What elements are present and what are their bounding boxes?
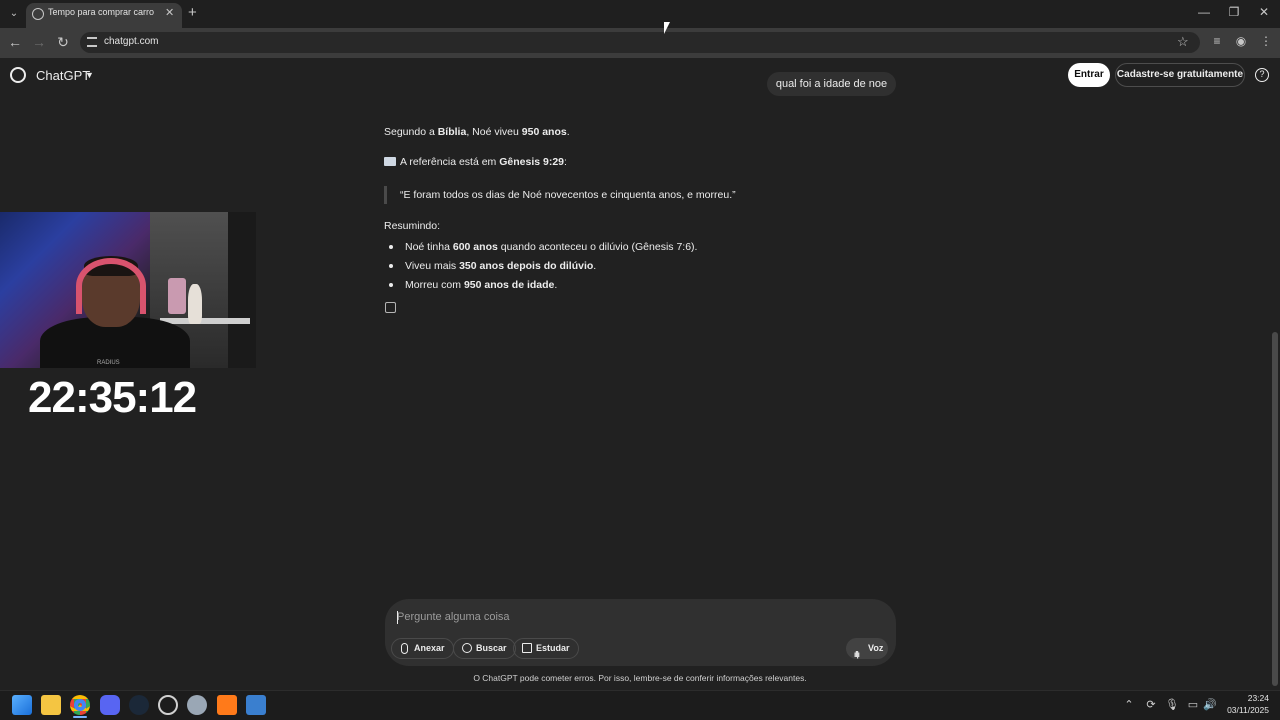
answer-line-2: A referência está em Gênesis 9:29: (384, 156, 567, 168)
back-button[interactable]: ← (6, 34, 24, 50)
reload-button[interactable]: ↻ (54, 34, 72, 51)
active-app-indicator (73, 716, 87, 718)
voice-waveform-icon: ıl|ı (854, 650, 860, 659)
globe-icon (462, 643, 472, 653)
answer-text: Segundo a (384, 126, 438, 138)
bookmark-star-icon[interactable]: ☆ (1177, 34, 1189, 50)
signup-button[interactable]: Cadastre-se gratuitamente (1115, 63, 1245, 87)
obs-icon[interactable] (158, 695, 178, 715)
chevron-down-icon[interactable]: ▼ (85, 70, 94, 80)
openai-logo-icon[interactable] (10, 67, 26, 83)
answer-text: . (554, 279, 558, 291)
tab-search-chevron-icon[interactable]: ⌄ (6, 6, 22, 22)
scrollbar-thumb[interactable] (1272, 332, 1278, 686)
list-item: Morreu com 950 anos de idade. (405, 279, 557, 291)
summary-label: Resumindo: (384, 220, 441, 232)
media-controls-icon[interactable]: ≡ (1209, 34, 1225, 48)
bullet-dot (389, 283, 393, 287)
search-button[interactable]: Buscar (453, 638, 516, 659)
answer-text: : (564, 156, 567, 168)
browser-menu-icon[interactable]: ⋮ (1258, 34, 1274, 48)
disclaimer-text: O ChatGPT pode cometer erros. Por isso, … (473, 673, 807, 683)
webcam-shirt-text: RADIUS (97, 360, 120, 366)
open-book-icon (384, 157, 396, 166)
discord-icon[interactable] (100, 695, 120, 715)
paperclip-icon (401, 643, 408, 654)
profile-icon[interactable]: ◉ (1233, 34, 1249, 48)
chatgpt-favicon-icon (32, 8, 44, 20)
webcam-shelf (160, 318, 250, 324)
calculator-icon[interactable] (246, 695, 266, 715)
answer-text: Morreu com (405, 279, 464, 291)
login-button[interactable]: Entrar (1068, 63, 1110, 87)
forward-button[interactable]: → (30, 34, 48, 50)
tab-title[interactable]: Tempo para comprar carro (48, 7, 154, 17)
answer-bold: 950 anos de idade (463, 279, 555, 291)
search-label: Buscar (476, 643, 507, 653)
book-icon (522, 643, 532, 653)
tray-clock-date[interactable]: 03/11/2025 (1218, 705, 1269, 715)
settings-gear-icon[interactable] (187, 695, 207, 715)
model-selector[interactable]: ChatGPT (36, 68, 90, 83)
tray-display-icon[interactable]: ▭ (1186, 698, 1200, 711)
window-restore-button[interactable]: ❐ (1224, 5, 1244, 19)
answer-text: . (566, 126, 570, 138)
answer-bold: Bíblia (437, 126, 467, 138)
chrome-icon[interactable] (70, 695, 90, 715)
user-message-bubble: qual foi a idade de noe (767, 72, 896, 96)
copy-icon[interactable] (385, 302, 396, 313)
answer-text: . (593, 260, 597, 272)
list-item: Viveu mais 350 anos depois do dilúvio. (405, 260, 596, 272)
answer-bold: Gênesis 9:29 (499, 156, 565, 168)
windows-start-icon[interactable] (12, 695, 32, 715)
answer-line-1: Segundo a Bíblia, Noé viveu 950 anos. (384, 126, 570, 138)
window-close-button[interactable]: ✕ (1254, 5, 1274, 19)
blockquote-bar (384, 186, 387, 204)
window-minimize-button[interactable]: — (1194, 5, 1214, 19)
answer-text: A referência está em (400, 156, 500, 168)
url-text[interactable]: chatgpt.com (104, 36, 158, 47)
answer-text: Viveu mais (405, 260, 460, 272)
site-info-icon[interactable] (87, 37, 97, 47)
new-tab-button[interactable]: + (188, 4, 197, 21)
answer-text: quando aconteceu o dilúvio (Gênesis 7:6)… (497, 241, 698, 253)
answer-text: Noé tinha (405, 241, 453, 253)
tray-microphone-icon[interactable]: 🎙 (1165, 698, 1179, 711)
voice-label: Voz (868, 643, 884, 653)
tray-chevron-up-icon[interactable]: ⌃ (1122, 698, 1136, 711)
help-icon[interactable]: ? (1255, 68, 1269, 82)
blockquote-text: “E foram todos os dias de Noé novecentos… (400, 189, 736, 201)
webcam-cup (168, 278, 186, 314)
prompt-input[interactable] (397, 607, 837, 627)
tab-close-icon[interactable]: ✕ (165, 6, 174, 19)
mouse-cursor-icon (664, 22, 670, 34)
answer-text: , Noé viveu (466, 126, 522, 138)
list-item: Noé tinha 600 anos quando aconteceu o di… (405, 241, 697, 253)
address-bar[interactable] (80, 32, 1200, 53)
tray-sync-icon[interactable]: ⟳ (1144, 698, 1158, 711)
study-button[interactable]: Estudar (513, 638, 579, 659)
attach-button[interactable]: Anexar (391, 638, 454, 659)
answer-bold: 350 anos depois do dilúvio (459, 260, 594, 272)
answer-bold: 950 anos (521, 126, 567, 138)
study-label: Estudar (536, 643, 570, 653)
voice-button[interactable]: ıl|ı Voz (846, 638, 888, 659)
bullet-dot (389, 264, 393, 268)
tray-clock-time[interactable]: 23:24 (1225, 693, 1269, 703)
webcam-overlay: RADIUS (0, 212, 256, 368)
answer-bold: 600 anos (452, 241, 498, 253)
steam-icon[interactable] (129, 695, 149, 715)
attach-label: Anexar (414, 643, 445, 653)
app-a-icon[interactable] (217, 695, 237, 715)
webcam-doorway (228, 212, 256, 368)
file-explorer-icon[interactable] (41, 695, 61, 715)
stream-clock: 22:35:12 (28, 373, 197, 422)
text-caret (397, 611, 398, 624)
tray-volume-icon[interactable]: 🔊 (1203, 698, 1217, 711)
webcam-headset (76, 258, 146, 314)
bullet-dot (389, 245, 393, 249)
webcam-vase (188, 284, 202, 324)
